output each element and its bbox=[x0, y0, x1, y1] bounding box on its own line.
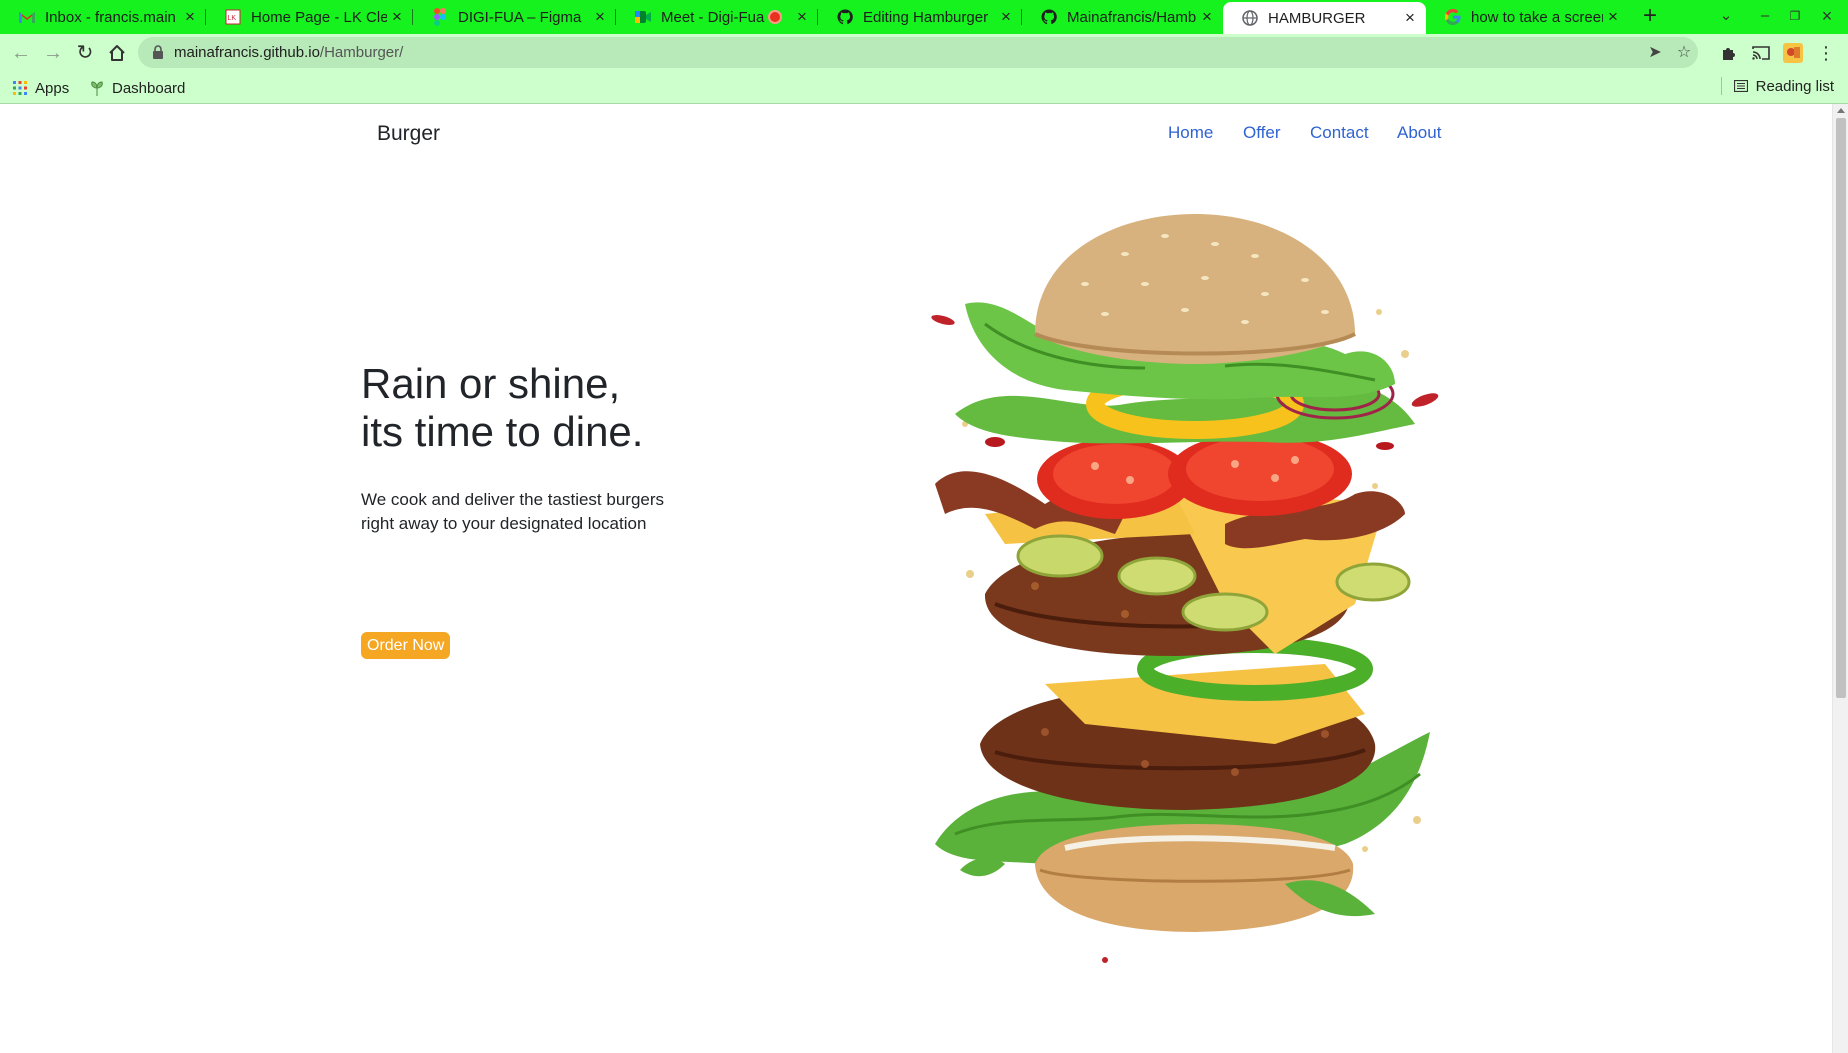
close-icon[interactable]: × bbox=[792, 7, 812, 27]
minimize-icon[interactable]: – bbox=[1749, 0, 1781, 34]
browser-toolbar: ← → ↻ mainafrancis.github.io/Hamburger/ … bbox=[0, 34, 1848, 71]
menu-kebab-icon[interactable]: ⋮ bbox=[1813, 40, 1839, 66]
tab-title: Editing Hamburger bbox=[863, 8, 989, 26]
window-close-icon[interactable]: × bbox=[1811, 0, 1843, 34]
bookmark-label: Dashboard bbox=[112, 79, 186, 97]
close-icon[interactable]: × bbox=[180, 7, 200, 27]
brand-logo[interactable]: Burger bbox=[377, 122, 440, 146]
subtext-line-2: right away to your designated location bbox=[361, 514, 647, 533]
hero-subtext: We cook and deliver the tastiest burgers… bbox=[361, 488, 664, 536]
close-icon[interactable]: × bbox=[1603, 7, 1623, 27]
tab-title: Mainafrancis/Hamb bbox=[1067, 8, 1197, 26]
bookmark-dashboard[interactable]: Dashboard bbox=[90, 77, 185, 99]
meet-icon bbox=[634, 8, 652, 26]
site-icon: LK bbox=[224, 8, 242, 26]
recording-icon bbox=[770, 12, 780, 22]
reading-list-button[interactable]: Reading list bbox=[1720, 77, 1834, 95]
tab-title: Meet - Digi-Fua bbox=[661, 8, 765, 26]
tab-search-chevron-icon[interactable]: ⌄ bbox=[1710, 0, 1742, 34]
tab-title: Home Page - LK Clea bbox=[251, 8, 387, 26]
page-scrollbar[interactable] bbox=[1832, 104, 1848, 1053]
hero-headline: Rain or shine, its time to dine. bbox=[361, 360, 643, 456]
restore-icon[interactable]: ❐ bbox=[1779, 0, 1811, 34]
cast-icon[interactable] bbox=[1748, 40, 1774, 66]
tab-title: DIGI-FUA – Figma bbox=[458, 8, 582, 26]
tab-title: Inbox - francis.main bbox=[45, 8, 176, 26]
figma-icon bbox=[431, 8, 449, 26]
bookmark-apps[interactable]: Apps bbox=[13, 77, 69, 99]
globe-icon bbox=[1241, 9, 1259, 27]
tab-home-page[interactable]: LK Home Page - LK Clea × bbox=[206, 0, 413, 34]
reading-list-icon bbox=[1733, 80, 1748, 92]
hero-burger-image bbox=[931, 214, 1439, 963]
tab-hamburger-active[interactable]: HAMBURGER × bbox=[1223, 2, 1426, 34]
headline-line-2: its time to dine. bbox=[361, 408, 644, 455]
tab-strip: Inbox - francis.main × LK Home Page - LK… bbox=[0, 0, 1848, 34]
close-icon[interactable]: × bbox=[996, 7, 1016, 27]
url-host: mainafrancis.github.io bbox=[174, 44, 320, 61]
url-path: /Hamburger/ bbox=[319, 44, 404, 61]
tab-gmail[interactable]: Inbox - francis.main × bbox=[0, 0, 206, 34]
scrollbar-thumb[interactable] bbox=[1836, 118, 1846, 698]
order-now-button[interactable]: Order Now bbox=[361, 632, 451, 659]
back-arrow-icon[interactable]: ← bbox=[7, 39, 35, 67]
bookmark-star-icon[interactable]: ☆ bbox=[1672, 41, 1696, 65]
url-text[interactable]: mainafrancis.github.io/Hamburger/ bbox=[174, 44, 403, 61]
google-icon bbox=[1444, 8, 1462, 26]
subtext-line-1: We cook and deliver the tastiest burgers bbox=[361, 490, 665, 509]
bookmark-label: Apps bbox=[35, 79, 70, 97]
github-icon bbox=[836, 8, 854, 26]
tab-editing-hamburger[interactable]: Editing Hamburger × bbox=[818, 0, 1022, 34]
headline-line-1: Rain or shine, bbox=[361, 360, 621, 407]
close-icon[interactable]: × bbox=[590, 7, 610, 27]
home-icon[interactable] bbox=[103, 39, 131, 67]
nav-offer[interactable]: Offer bbox=[1243, 123, 1280, 143]
tab-google-search[interactable]: how to take a screen × bbox=[1426, 0, 1629, 34]
new-tab-button[interactable]: + bbox=[1636, 2, 1664, 30]
bookmarks-bar: Apps Dashboard Reading list bbox=[0, 71, 1848, 104]
tab-title: HAMBURGER bbox=[1268, 9, 1366, 27]
close-icon[interactable]: × bbox=[1197, 7, 1217, 27]
tab-title: how to take a screen bbox=[1471, 8, 1603, 26]
page-viewport: Burger Home Offer Contact About Rain or … bbox=[0, 104, 1832, 1053]
reading-list-label: Reading list bbox=[1755, 77, 1834, 95]
address-bar[interactable]: mainafrancis.github.io/Hamburger/ ➤ ☆ bbox=[138, 37, 1698, 68]
profile-avatar-icon[interactable] bbox=[1780, 40, 1806, 66]
tab-mainafrancis-repo[interactable]: Mainafrancis/Hamb × bbox=[1022, 0, 1223, 34]
close-icon[interactable]: × bbox=[387, 7, 407, 27]
tab-meet[interactable]: Meet - Digi-Fua × bbox=[616, 0, 818, 34]
reload-icon[interactable]: ↻ bbox=[71, 39, 99, 67]
gmail-icon bbox=[18, 8, 36, 26]
nav-contact[interactable]: Contact bbox=[1310, 123, 1369, 143]
scroll-up-icon[interactable] bbox=[1837, 108, 1845, 113]
svg-text:LK: LK bbox=[228, 15, 237, 22]
extensions-puzzle-icon[interactable] bbox=[1716, 40, 1742, 66]
tab-figma[interactable]: DIGI-FUA – Figma × bbox=[413, 0, 616, 34]
close-icon[interactable]: × bbox=[1400, 8, 1420, 28]
send-to-devices-icon[interactable]: ➤ bbox=[1643, 41, 1667, 65]
lock-icon[interactable] bbox=[152, 45, 164, 59]
apps-grid-icon bbox=[13, 81, 27, 95]
nav-about[interactable]: About bbox=[1397, 123, 1441, 143]
forward-arrow-icon[interactable]: → bbox=[39, 39, 67, 67]
dashboard-icon bbox=[90, 80, 104, 96]
nav-home[interactable]: Home bbox=[1168, 123, 1213, 143]
github-icon bbox=[1040, 8, 1058, 26]
